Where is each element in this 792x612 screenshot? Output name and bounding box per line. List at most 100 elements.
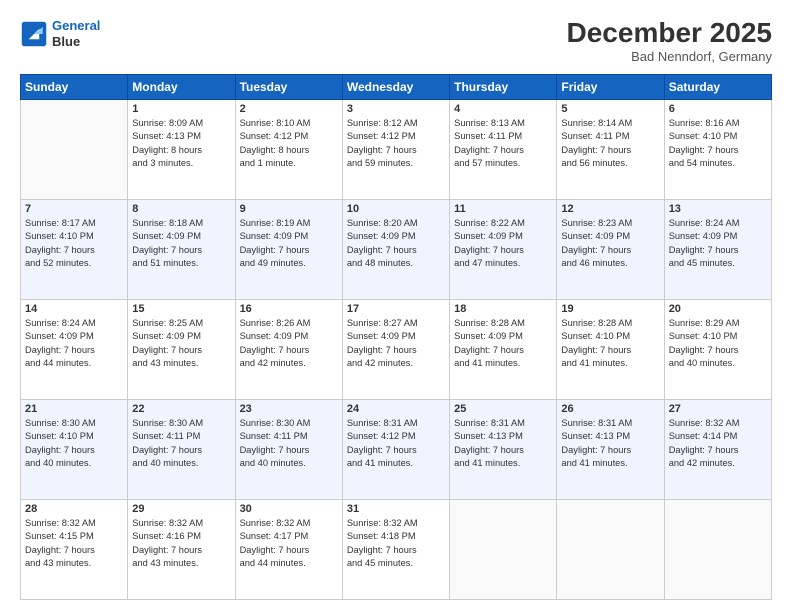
col-header-monday: Monday — [128, 74, 235, 99]
calendar-cell: 26 Sunrise: 8:31 AMSunset: 4:13 PMDayligh… — [557, 399, 664, 499]
cell-info: Sunrise: 8:32 AMSunset: 4:16 PMDaylight:… — [132, 517, 230, 571]
cell-info: Sunrise: 8:14 AMSunset: 4:11 PMDaylight:… — [561, 117, 659, 171]
day-number: 24 — [347, 403, 445, 415]
day-number: 27 — [669, 403, 767, 415]
calendar-cell: 27 Sunrise: 8:32 AMSunset: 4:14 PMDayligh… — [664, 399, 771, 499]
day-number: 21 — [25, 403, 123, 415]
day-number: 9 — [240, 203, 338, 215]
calendar-cell: 6Sunrise: 8:16 AMSunset: 4:10 PMDaylight… — [664, 99, 771, 199]
cell-info: Sunrise: 8:10 AMSunset: 4:12 PMDaylight:… — [240, 117, 338, 171]
calendar-cell: 24Sunrise: 8:31 AMSunset: 4:12 PMDayligh… — [342, 399, 449, 499]
day-number: 4 — [454, 103, 552, 115]
cell-info: Sunrise: 8:31 AMSunset: 4:13 PMDaylight:… — [454, 417, 552, 471]
main-title: December 2025 — [567, 18, 772, 49]
cell-info: Sunrise: 8:20 AMSunset: 4:09 PMDaylight:… — [347, 217, 445, 271]
calendar-cell: 11Sunrise: 8:22 AMSunset: 4:09 PMDayligh… — [450, 199, 557, 299]
cell-info: Sunrise: 8:32 AMSunset: 4:14 PMDaylight:… — [669, 417, 767, 471]
title-block: December 2025 Bad Nenndorf, Germany — [567, 18, 772, 64]
calendar-cell: 1 Sunrise: 8:09 AMSunset: 4:13 PMDaylight… — [128, 99, 235, 199]
cell-info: Sunrise: 8:27 AMSunset: 4:09 PMDaylight:… — [347, 317, 445, 371]
day-number: 30 — [240, 503, 338, 515]
header: General Blue December 2025 Bad Nenndorf,… — [20, 18, 772, 64]
day-number: 1 — [132, 103, 230, 115]
calendar-cell: 17 Sunrise: 8:27 AMSunset: 4:09 PMDayligh… — [342, 299, 449, 399]
calendar-cell — [557, 499, 664, 599]
calendar-cell: 18 Sunrise: 8:28 AMSunset: 4:09 PMDayligh… — [450, 299, 557, 399]
cell-info: Sunrise: 8:30 AMSunset: 4:11 PMDaylight:… — [132, 417, 230, 471]
day-number: 13 — [669, 203, 767, 215]
cell-info: Sunrise: 8:24 AMSunset: 4:09 PMDaylight:… — [669, 217, 767, 271]
day-number: 28 — [25, 503, 123, 515]
subtitle: Bad Nenndorf, Germany — [567, 49, 772, 64]
calendar-cell: 2 Sunrise: 8:10 AMSunset: 4:12 PMDaylight… — [235, 99, 342, 199]
logo-text: General Blue — [52, 18, 100, 49]
cell-info: Sunrise: 8:28 AMSunset: 4:09 PMDaylight:… — [454, 317, 552, 371]
col-header-friday: Friday — [557, 74, 664, 99]
cell-info: Sunrise: 8:32 AMSunset: 4:15 PMDaylight:… — [25, 517, 123, 571]
cell-info: Sunrise: 8:31 AMSunset: 4:13 PMDaylight:… — [561, 417, 659, 471]
cell-info: Sunrise: 8:30 AMSunset: 4:10 PMDaylight:… — [25, 417, 123, 471]
logo: General Blue — [20, 18, 100, 49]
day-number: 14 — [25, 303, 123, 315]
calendar-cell — [21, 99, 128, 199]
cell-info: Sunrise: 8:17 AMSunset: 4:10 PMDaylight:… — [25, 217, 123, 271]
day-number: 20 — [669, 303, 767, 315]
calendar-cell: 10 Sunrise: 8:20 AMSunset: 4:09 PMDayligh… — [342, 199, 449, 299]
cell-info: Sunrise: 8:09 AMSunset: 4:13 PMDaylight:… — [132, 117, 230, 171]
day-number: 18 — [454, 303, 552, 315]
day-number: 17 — [347, 303, 445, 315]
calendar-cell: 7 Sunrise: 8:17 AMSunset: 4:10 PMDaylight… — [21, 199, 128, 299]
day-number: 23 — [240, 403, 338, 415]
calendar-cell: 28 Sunrise: 8:32 AMSunset: 4:15 PMDayligh… — [21, 499, 128, 599]
cell-info: Sunrise: 8:25 AMSunset: 4:09 PMDaylight:… — [132, 317, 230, 371]
day-number: 3 — [347, 103, 445, 115]
calendar-cell: 3 Sunrise: 8:12 AMSunset: 4:12 PMDaylight… — [342, 99, 449, 199]
cell-info: Sunrise: 8:23 AMSunset: 4:09 PMDaylight:… — [561, 217, 659, 271]
cell-info: Sunrise: 8:19 AMSunset: 4:09 PMDaylight:… — [240, 217, 338, 271]
cell-info: Sunrise: 8:18 AMSunset: 4:09 PMDaylight:… — [132, 217, 230, 271]
calendar-cell: 29 Sunrise: 8:32 AMSunset: 4:16 PMDayligh… — [128, 499, 235, 599]
day-number: 16 — [240, 303, 338, 315]
calendar-cell: 9 Sunrise: 8:19 AMSunset: 4:09 PMDaylight… — [235, 199, 342, 299]
cell-info: Sunrise: 8:32 AMSunset: 4:18 PMDaylight:… — [347, 517, 445, 571]
day-number: 11 — [454, 203, 552, 215]
cell-info: Sunrise: 8:30 AMSunset: 4:11 PMDaylight:… — [240, 417, 338, 471]
calendar-cell: 8 Sunrise: 8:18 AMSunset: 4:09 PMDaylight… — [128, 199, 235, 299]
cell-info: Sunrise: 8:32 AMSunset: 4:17 PMDaylight:… — [240, 517, 338, 571]
cell-info: Sunrise: 8:29 AMSunset: 4:10 PMDaylight:… — [669, 317, 767, 371]
day-number: 25 — [454, 403, 552, 415]
calendar-cell: 22 Sunrise: 8:30 AMSunset: 4:11 PMDayligh… — [128, 399, 235, 499]
calendar-cell: 21 Sunrise: 8:30 AMSunset: 4:10 PMDayligh… — [21, 399, 128, 499]
day-number: 5 — [561, 103, 659, 115]
col-header-tuesday: Tuesday — [235, 74, 342, 99]
calendar-table: SundayMondayTuesdayWednesdayThursdayFrid… — [20, 74, 772, 600]
calendar-cell: 4Sunrise: 8:13 AMSunset: 4:11 PMDaylight… — [450, 99, 557, 199]
day-number: 26 — [561, 403, 659, 415]
calendar-cell: 14 Sunrise: 8:24 AMSunset: 4:09 PMDayligh… — [21, 299, 128, 399]
day-number: 10 — [347, 203, 445, 215]
cell-info: Sunrise: 8:16 AMSunset: 4:10 PMDaylight:… — [669, 117, 767, 171]
page: General Blue December 2025 Bad Nenndorf,… — [0, 0, 792, 612]
cell-info: Sunrise: 8:12 AMSunset: 4:12 PMDaylight:… — [347, 117, 445, 171]
col-header-thursday: Thursday — [450, 74, 557, 99]
day-number: 12 — [561, 203, 659, 215]
calendar-cell: 15 Sunrise: 8:25 AMSunset: 4:09 PMDayligh… — [128, 299, 235, 399]
calendar-cell: 12 Sunrise: 8:23 AMSunset: 4:09 PMDayligh… — [557, 199, 664, 299]
calendar-cell: 16Sunrise: 8:26 AMSunset: 4:09 PMDayligh… — [235, 299, 342, 399]
col-header-wednesday: Wednesday — [342, 74, 449, 99]
day-number: 29 — [132, 503, 230, 515]
calendar-cell: 13 Sunrise: 8:24 AMSunset: 4:09 PMDayligh… — [664, 199, 771, 299]
calendar-cell: 23 Sunrise: 8:30 AMSunset: 4:11 PMDayligh… — [235, 399, 342, 499]
day-number: 2 — [240, 103, 338, 115]
day-number: 22 — [132, 403, 230, 415]
day-number: 8 — [132, 203, 230, 215]
calendar-cell: 25 Sunrise: 8:31 AMSunset: 4:13 PMDayligh… — [450, 399, 557, 499]
day-number: 15 — [132, 303, 230, 315]
calendar-cell — [664, 499, 771, 599]
cell-info: Sunrise: 8:28 AMSunset: 4:10 PMDaylight:… — [561, 317, 659, 371]
day-number: 7 — [25, 203, 123, 215]
col-header-sunday: Sunday — [21, 74, 128, 99]
logo-icon — [20, 20, 48, 48]
day-number: 31 — [347, 503, 445, 515]
cell-info: Sunrise: 8:24 AMSunset: 4:09 PMDaylight:… — [25, 317, 123, 371]
